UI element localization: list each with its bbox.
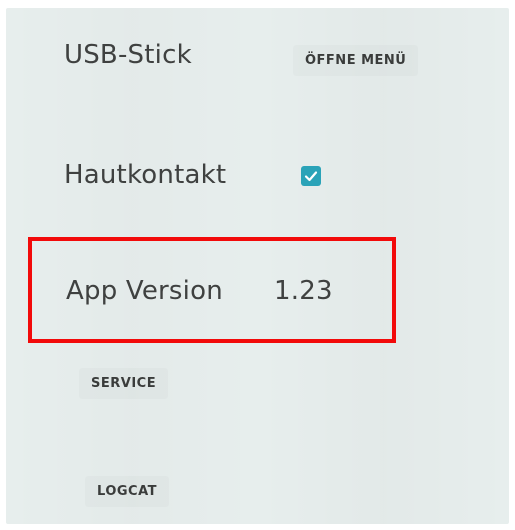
usb-stick-label: USB-Stick (64, 40, 192, 70)
open-menu-button[interactable]: ÖFFNE MENÜ (293, 45, 418, 76)
skin-contact-checkbox[interactable] (301, 166, 321, 186)
app-version-value: 1.23 (274, 276, 333, 306)
logcat-button[interactable]: LOGCAT (85, 476, 169, 507)
service-button[interactable]: SERVICE (79, 368, 168, 399)
checkmark-icon (304, 171, 318, 182)
settings-screen: USB-Stick ÖFFNE MENÜ Hautkontakt App Ver… (6, 8, 509, 524)
skin-contact-label: Hautkontakt (64, 160, 227, 190)
app-version-label: App Version (66, 276, 223, 306)
